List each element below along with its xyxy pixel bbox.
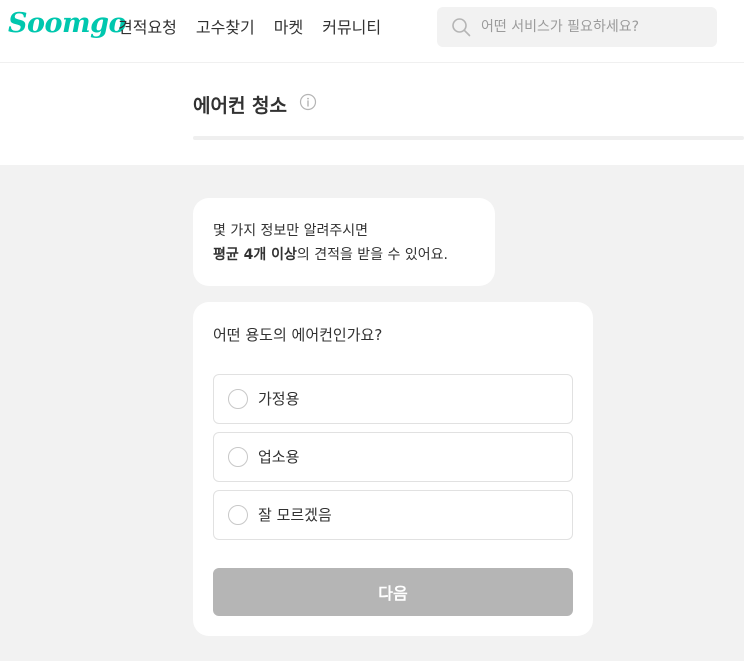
search-icon[interactable] [451, 17, 471, 37]
option-business[interactable]: 업소용 [213, 432, 573, 482]
option-label: 가정용 [258, 390, 300, 408]
progress-bar [193, 136, 744, 140]
info-icon[interactable] [299, 93, 317, 111]
title-section: 에어컨 청소 [0, 63, 744, 165]
option-not-sure[interactable]: 잘 모르겠음 [213, 490, 573, 540]
intro-line-1: 몇 가지 정보만 알려주시면 [213, 223, 369, 239]
intro-line-2-rest: 의 견적을 받을 수 있어요. [296, 247, 448, 263]
question-text: 어떤 용도의 에어컨인가요? [213, 326, 383, 344]
intro-highlight: 평균 4개 이상 [213, 247, 297, 263]
option-label: 잘 모르겠음 [258, 506, 332, 524]
search-bar[interactable] [437, 7, 717, 47]
radio-button[interactable] [228, 447, 248, 467]
top-header: Soomgo 견적요청 고수찾기 마켓 커뮤니티 [0, 0, 744, 63]
option-label: 업소용 [258, 448, 300, 466]
option-home[interactable]: 가정용 [213, 374, 573, 424]
next-button[interactable]: 다음 [213, 568, 573, 616]
nav-item-community[interactable]: 커뮤니티 [322, 18, 381, 38]
question-card: 어떤 용도의 에어컨인가요? 가정용 업소용 잘 모르겠음 다음 [193, 302, 593, 636]
intro-line-2: 평균 4개 이상의 견적을 받을 수 있어요. [213, 243, 475, 267]
radio-button[interactable] [228, 389, 248, 409]
nav-item-market[interactable]: 마켓 [274, 18, 303, 38]
radio-button[interactable] [228, 505, 248, 525]
search-input[interactable] [481, 7, 711, 47]
nav-item-find-pros[interactable]: 고수찾기 [196, 18, 255, 38]
page-title: 에어컨 청소 [193, 95, 288, 117]
nav-item-request-quote[interactable]: 견적요청 [118, 18, 177, 38]
main-nav: 견적요청 고수찾기 마켓 커뮤니티 [118, 18, 400, 38]
soomgo-logo[interactable]: Soomgo [8, 8, 126, 39]
intro-message: 몇 가지 정보만 알려주시면 평균 4개 이상의 견적을 받을 수 있어요. [193, 198, 495, 286]
